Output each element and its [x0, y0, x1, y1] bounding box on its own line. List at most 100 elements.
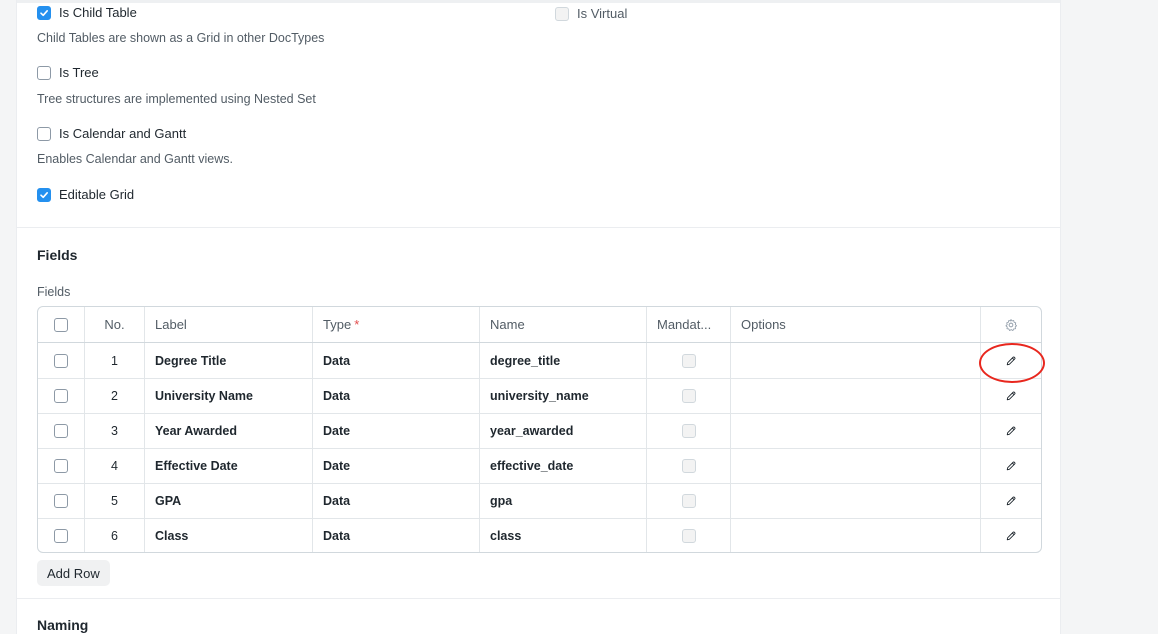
is-tree-checkbox[interactable] [37, 65, 51, 80]
is-calendar-gantt-field[interactable]: Is Calendar and Gantt [37, 126, 186, 141]
mandatory-checkbox[interactable] [681, 528, 696, 543]
calendar-description: Enables Calendar and Gantt views. [37, 152, 233, 166]
row-number: 6 [85, 518, 145, 552]
field-type-cell[interactable]: Data [313, 343, 480, 378]
child-table-description: Child Tables are shown as a Grid in othe… [37, 31, 325, 45]
field-name-cell[interactable]: degree_title [480, 343, 647, 378]
section-divider [17, 227, 1060, 228]
edit-cell [981, 483, 1041, 518]
row-select-checkbox[interactable] [54, 423, 68, 438]
select-all-checkbox[interactable] [54, 317, 68, 332]
field-name-cell[interactable]: year_awarded [480, 413, 647, 448]
field-name-cell[interactable]: gpa [480, 483, 647, 518]
field-type-cell[interactable]: Data [313, 518, 480, 552]
row-number: 1 [85, 343, 145, 378]
pencil-icon[interactable] [1005, 495, 1017, 507]
fields-grid: No. Label Type * Name Mandat... Options … [37, 306, 1042, 553]
field-type-cell[interactable]: Date [313, 448, 480, 483]
field-label-cell[interactable]: Effective Date [145, 448, 313, 483]
row-select-cell [38, 448, 85, 483]
mandatory-cell [647, 378, 731, 413]
field-name-cell[interactable]: effective_date [480, 448, 647, 483]
edit-cell [981, 518, 1041, 552]
is-calendar-gantt-checkbox[interactable] [37, 126, 51, 141]
field-name-cell[interactable]: university_name [480, 378, 647, 413]
header-mandatory: Mandat... [647, 307, 731, 342]
mandatory-checkbox[interactable] [681, 388, 696, 403]
row-select-checkbox[interactable] [54, 388, 68, 403]
row-select-cell [38, 518, 85, 552]
is-child-table-checkbox[interactable] [37, 5, 51, 20]
mandatory-cell [647, 343, 731, 378]
editable-grid-checkbox[interactable] [37, 187, 51, 202]
top-border [17, 0, 1060, 3]
fields-table-label: Fields [37, 285, 71, 299]
editable-grid-label: Editable Grid [59, 187, 135, 202]
editable-grid-field[interactable]: Editable Grid [37, 187, 134, 202]
row-select-cell [38, 413, 85, 448]
pencil-icon[interactable] [1005, 390, 1017, 402]
row-select-checkbox[interactable] [54, 528, 68, 543]
header-settings-cell [981, 307, 1041, 342]
table-row[interactable]: 2 University Name Data university_name [38, 378, 1041, 413]
header-no: No. [85, 307, 145, 342]
header-label: Label [145, 307, 313, 342]
field-type-cell[interactable]: Date [313, 413, 480, 448]
options-cell[interactable] [731, 343, 981, 378]
header-name: Name [480, 307, 647, 342]
is-virtual-field[interactable]: Is Virtual [555, 6, 627, 21]
edit-cell [981, 448, 1041, 483]
field-name-cell[interactable]: class [480, 518, 647, 552]
field-label-cell[interactable]: GPA [145, 483, 313, 518]
edit-cell [981, 413, 1041, 448]
pencil-icon[interactable] [1005, 530, 1017, 542]
table-row[interactable]: 1 Degree Title Data degree_title [38, 343, 1041, 378]
row-select-checkbox[interactable] [54, 493, 68, 508]
options-cell[interactable] [731, 518, 981, 552]
check-icon [40, 9, 48, 16]
row-number: 4 [85, 448, 145, 483]
table-row[interactable]: 3 Year Awarded Date year_awarded [38, 413, 1041, 448]
mandatory-cell [647, 413, 731, 448]
is-child-table-label: Is Child Table [59, 5, 137, 20]
mandatory-cell [647, 518, 731, 552]
header-options: Options [731, 307, 981, 342]
row-select-checkbox[interactable] [54, 458, 68, 473]
options-cell[interactable] [731, 378, 981, 413]
pencil-icon[interactable] [1005, 425, 1017, 437]
mandatory-checkbox[interactable] [681, 458, 696, 473]
table-row[interactable]: 4 Effective Date Date effective_date [38, 448, 1041, 483]
field-label-cell[interactable]: Year Awarded [145, 413, 313, 448]
options-cell[interactable] [731, 448, 981, 483]
mandatory-checkbox[interactable] [681, 353, 696, 368]
is-virtual-checkbox[interactable] [555, 6, 569, 21]
options-cell[interactable] [731, 483, 981, 518]
gear-icon[interactable] [1004, 318, 1018, 332]
row-select-cell [38, 483, 85, 518]
options-cell[interactable] [731, 413, 981, 448]
field-label-cell[interactable]: University Name [145, 378, 313, 413]
row-select-cell [38, 378, 85, 413]
add-row-button[interactable]: Add Row [37, 560, 110, 586]
row-select-cell [38, 343, 85, 378]
row-number: 5 [85, 483, 145, 518]
field-label-cell[interactable]: Degree Title [145, 343, 313, 378]
mandatory-checkbox[interactable] [681, 493, 696, 508]
header-select-cell [38, 307, 85, 342]
row-select-checkbox[interactable] [54, 353, 68, 368]
required-mark: * [354, 317, 360, 332]
field-label-cell[interactable]: Class [145, 518, 313, 552]
field-type-cell[interactable]: Data [313, 378, 480, 413]
pencil-icon[interactable] [1005, 460, 1017, 472]
section-divider [17, 598, 1060, 599]
table-row[interactable]: 6 Class Data class [38, 518, 1041, 552]
table-row[interactable]: 5 GPA Data gpa [38, 483, 1041, 518]
mandatory-checkbox[interactable] [681, 423, 696, 438]
row-number: 2 [85, 378, 145, 413]
is-child-table-field[interactable]: Is Child Table [37, 5, 137, 20]
highlight-ring-annotation [979, 343, 1045, 383]
is-tree-field[interactable]: Is Tree [37, 65, 99, 80]
field-type-cell[interactable]: Data [313, 483, 480, 518]
edit-cell [981, 378, 1041, 413]
check-icon [40, 191, 48, 198]
